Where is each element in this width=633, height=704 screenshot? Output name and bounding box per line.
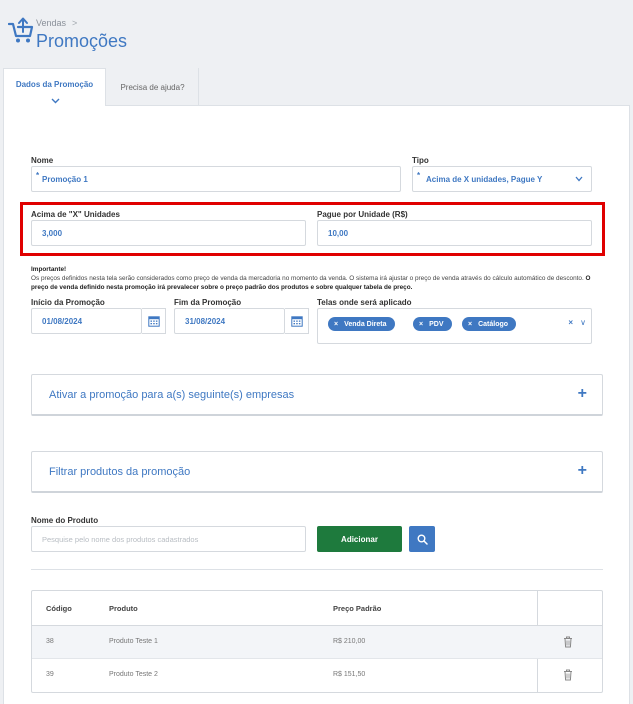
promotion-form-card: Nome * Promoção 1 Tipo * Acima de X unid… bbox=[3, 106, 630, 704]
chip-catalogo[interactable]: × Catálogo bbox=[462, 317, 517, 331]
acima-value: 3,000 bbox=[42, 228, 63, 238]
cell-produto: Produto Teste 2 bbox=[109, 671, 158, 678]
tab-dados-da-promocao[interactable]: Dados da Promoção bbox=[3, 68, 106, 107]
chip-remove-icon[interactable]: × bbox=[419, 321, 423, 328]
inicio-value: 01/08/2024 bbox=[42, 316, 83, 326]
product-search-input[interactable]: Pesquise pelo nome dos produtos cadastra… bbox=[31, 526, 306, 552]
tab-bar: Dados da Promoção Precisa de ajuda? bbox=[3, 68, 630, 107]
calendar-icon bbox=[290, 316, 303, 327]
nome-produto-label: Nome do Produto bbox=[31, 516, 99, 525]
chip-label: Venda Direta bbox=[344, 320, 387, 328]
chip-label: PDV bbox=[429, 320, 444, 328]
chevron-down-icon bbox=[51, 98, 60, 104]
breadcrumb: Vendas > bbox=[36, 18, 77, 28]
page-title: Promoções bbox=[36, 31, 128, 51]
cell-preco: R$ 151,50 bbox=[333, 671, 366, 678]
inicio-date-input[interactable]: 01/08/2024 bbox=[31, 308, 142, 334]
nome-value: Promoção 1 bbox=[42, 174, 88, 184]
cart-upload-icon bbox=[8, 17, 34, 43]
chip-pdv[interactable]: × PDV bbox=[413, 317, 452, 331]
accordion-label: Filtrar produtos da promoção bbox=[49, 465, 191, 478]
pague-por-unidade-input[interactable]: 10,00 bbox=[317, 220, 592, 246]
trash-icon[interactable] bbox=[563, 669, 573, 681]
pague-value: 10,00 bbox=[328, 228, 349, 238]
nome-input[interactable]: * Promoção 1 bbox=[31, 166, 401, 192]
products-table: Código Produto Preço Padrão 38 Produto T… bbox=[31, 590, 603, 693]
trash-icon[interactable] bbox=[563, 636, 573, 648]
chip-label: Catálogo bbox=[478, 320, 509, 328]
accordion-filtrar-produtos[interactable]: Filtrar produtos da promoção + bbox=[31, 451, 603, 493]
importante-note: Importante! Os preços definidos nesta te… bbox=[31, 265, 606, 292]
tipo-value: Acima de X unidades, Pague Y bbox=[426, 174, 543, 184]
inicio-label: Início da Promoção bbox=[31, 298, 105, 307]
chip-remove-icon[interactable]: × bbox=[334, 321, 338, 328]
note-title: Importante! bbox=[31, 266, 67, 273]
table-header: Código Produto Preço Padrão bbox=[32, 591, 602, 626]
search-button[interactable] bbox=[409, 526, 435, 552]
plus-icon[interactable]: + bbox=[578, 385, 587, 403]
header-produto: Produto bbox=[109, 604, 138, 613]
add-product-button[interactable]: Adicionar bbox=[317, 526, 402, 552]
header-codigo: Código bbox=[46, 604, 72, 613]
header-preco-padrao: Preço Padrão bbox=[333, 604, 382, 613]
chip-venda-direta[interactable]: × Venda Direta bbox=[328, 317, 395, 331]
nome-label: Nome bbox=[31, 156, 54, 165]
accordion-empresas[interactable]: Ativar a promoção para a(s) seguinte(s) … bbox=[31, 374, 603, 416]
tab-label: Dados da Promoção bbox=[15, 79, 94, 89]
tipo-label: Tipo bbox=[412, 156, 429, 165]
fim-label: Fim da Promoção bbox=[174, 298, 242, 307]
accordion-label: Ativar a promoção para a(s) seguinte(s) … bbox=[49, 388, 295, 401]
breadcrumb-item-vendas[interactable]: Vendas bbox=[36, 18, 66, 28]
tab-precisa-de-ajuda[interactable]: Precisa de ajuda? bbox=[107, 68, 199, 106]
cell-codigo: 38 bbox=[46, 638, 54, 645]
required-marker: * bbox=[36, 171, 40, 180]
table-row: 38 Produto Teste 1 R$ 210,00 bbox=[32, 626, 602, 659]
required-marker: * bbox=[417, 171, 421, 180]
chevron-down-icon[interactable]: ∨ bbox=[580, 318, 586, 327]
acima-x-unidades-input[interactable]: 3,000 bbox=[31, 220, 306, 246]
calendar-button-fim[interactable] bbox=[285, 308, 309, 334]
cell-produto: Produto Teste 1 bbox=[109, 638, 158, 645]
tab-label: Precisa de ajuda? bbox=[120, 82, 185, 92]
tipo-select[interactable]: * Acima de X unidades, Pague Y bbox=[412, 166, 592, 192]
chevron-down-icon bbox=[575, 176, 583, 182]
table-row: 39 Produto Teste 2 R$ 151,50 bbox=[32, 659, 602, 692]
pague-label: Pague por Unidade (R$) bbox=[317, 210, 408, 219]
fim-value: 31/08/2024 bbox=[185, 316, 226, 326]
cell-preco: R$ 210,00 bbox=[333, 638, 366, 645]
fim-date-input[interactable]: 31/08/2024 bbox=[174, 308, 285, 334]
divider bbox=[31, 569, 603, 570]
search-icon bbox=[417, 534, 428, 545]
telas-label: Telas onde será aplicado bbox=[317, 298, 412, 307]
breadcrumb-separator: > bbox=[72, 18, 78, 28]
cell-codigo: 39 bbox=[46, 671, 54, 678]
telas-multiselect[interactable]: × Venda Direta × PDV × Catálogo × ∨ bbox=[317, 308, 592, 344]
note-text: Os preços definidos nesta tela serão con… bbox=[31, 275, 584, 282]
page-header: Vendas > Promoções bbox=[0, 0, 633, 66]
plus-icon[interactable]: + bbox=[578, 462, 587, 480]
calendar-button-inicio[interactable] bbox=[142, 308, 166, 334]
chip-remove-icon[interactable]: × bbox=[468, 321, 472, 328]
calendar-icon bbox=[147, 316, 160, 327]
clear-all-icon[interactable]: × bbox=[568, 318, 573, 327]
acima-label: Acima de "X" Unidades bbox=[31, 210, 120, 219]
